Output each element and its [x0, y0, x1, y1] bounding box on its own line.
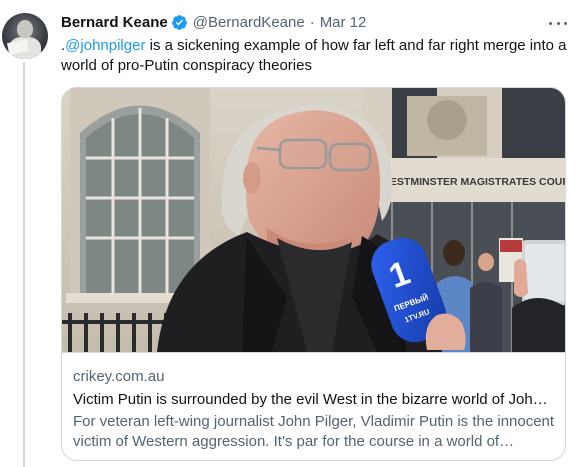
- tweet-header: Bernard Keane @BernardKeane · Mar 12: [61, 12, 366, 32]
- header-separator: ·: [309, 13, 315, 31]
- tweet-text: .@johnpilger is a sickening example of h…: [61, 36, 571, 76]
- verified-badge-icon: [171, 14, 187, 30]
- link-preview-card[interactable]: WESTMINSTER MAGISTRATES COURT 1 ПЕРВЫЙ 1…: [61, 87, 566, 461]
- card-image[interactable]: WESTMINSTER MAGISTRATES COURT 1 ПЕРВЫЙ 1…: [62, 88, 566, 352]
- mention-link[interactable]: @johnpilger: [65, 37, 145, 54]
- card-photo: WESTMINSTER MAGISTRATES COURT 1 ПЕРВЫЙ 1…: [62, 88, 566, 352]
- card-description: For veteran left-wing journalist John Pi…: [73, 413, 555, 450]
- author-handle[interactable]: @BernardKeane: [193, 14, 305, 31]
- card-meta[interactable]: crikey.com.au Victim Putin is surrounded…: [62, 352, 565, 460]
- card-domain: crikey.com.au: [73, 368, 165, 385]
- thread-connector-line: [23, 62, 25, 467]
- avatar[interactable]: [2, 13, 48, 59]
- tweet-date[interactable]: Mar 12: [320, 14, 367, 31]
- more-options-icon[interactable]: [549, 14, 567, 32]
- court-sign-text: WESTMINSTER MAGISTRATES COURT: [380, 176, 566, 188]
- author-name[interactable]: Bernard Keane: [61, 14, 168, 31]
- card-title[interactable]: Victim Putin is surrounded by the evil W…: [73, 390, 555, 410]
